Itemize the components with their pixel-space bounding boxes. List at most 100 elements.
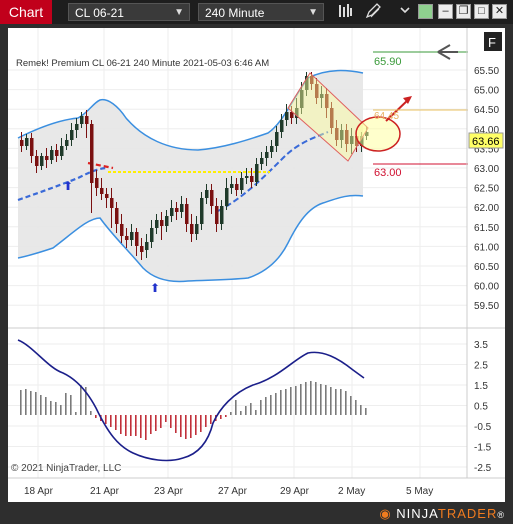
restore-button[interactable]: ❐ <box>456 4 471 19</box>
bars-icon[interactable] <box>336 3 354 21</box>
histogram-bar <box>90 411 92 415</box>
candle-body <box>100 188 104 194</box>
candle-body <box>130 232 134 240</box>
histogram-bar <box>120 415 122 434</box>
histogram-bar <box>335 389 337 415</box>
maximize-button[interactable]: □ <box>474 4 489 19</box>
instrument-selector[interactable]: CL 06-21 ▼ <box>68 3 190 21</box>
histogram-bar <box>300 384 302 415</box>
histogram-bar <box>290 387 292 415</box>
histogram-bar <box>345 391 347 415</box>
time-tick-label: 27 Apr <box>218 486 248 497</box>
histogram-bar <box>125 415 127 436</box>
histogram-bar <box>50 401 52 415</box>
price-tick-label: 62.50 <box>474 184 499 195</box>
indicator-tick-label: 3.5 <box>474 340 488 351</box>
candle-body <box>220 206 224 224</box>
candle-body <box>255 164 259 182</box>
histogram-bar <box>365 408 367 415</box>
close-button[interactable]: ✕ <box>492 4 507 19</box>
histogram-bar <box>180 415 182 437</box>
chart-svg[interactable]: ⬆ ⬆ 65.90 64.45 63.00 F Remek! Premium C… <box>8 28 505 502</box>
histogram-bar <box>35 392 37 415</box>
histogram-bar <box>310 381 312 415</box>
candle-body <box>245 176 249 178</box>
ninjatrader-logo: ◉ NINJATRADER® <box>379 506 505 522</box>
candle-body <box>30 138 34 156</box>
histogram-bar <box>280 390 282 415</box>
chart-panel[interactable]: ⬆ ⬆ 65.90 64.45 63.00 F Remek! Premium C… <box>8 28 505 502</box>
chart-tab[interactable]: Chart <box>0 0 52 24</box>
candle-body <box>35 156 39 166</box>
histogram-bar <box>170 415 172 428</box>
histogram-bar <box>360 405 362 415</box>
histogram-bar <box>260 400 262 415</box>
price-tick-label: 62.00 <box>474 203 499 214</box>
candle-body <box>200 198 204 224</box>
candle-body <box>50 150 54 160</box>
time-tick-label: 2 May <box>338 486 365 497</box>
histogram-bar <box>65 393 67 415</box>
histogram-bar <box>240 411 242 415</box>
histogram-bar <box>195 415 197 435</box>
candle-body <box>150 228 154 242</box>
left-arrow-icon[interactable] <box>437 44 458 60</box>
histogram-bar <box>115 415 117 430</box>
candle-body <box>280 120 284 132</box>
candle-body <box>65 140 69 146</box>
candle-body <box>170 208 174 216</box>
chart-header-label: Remek! Premium CL 06-21 240 Minute 2021-… <box>16 58 269 69</box>
histogram-bar <box>295 386 297 415</box>
histogram-bar <box>200 415 202 432</box>
indicator-axis: 3.5 2.5 1.5 0.5 -0.5 -1.5 -2.5 <box>474 340 492 474</box>
candle-body <box>215 206 219 224</box>
interval-selector[interactable]: 240 Minute ▼ <box>198 3 324 21</box>
indicator-tick-label: 1.5 <box>474 381 488 392</box>
histogram-bar <box>105 415 107 424</box>
histogram-bar <box>155 415 157 431</box>
dropdown-chevron-icon[interactable] <box>396 3 414 21</box>
candle-body <box>95 178 99 188</box>
histogram-bar <box>80 385 82 415</box>
indicator-tick-label: 2.5 <box>474 361 488 372</box>
price-axis: 65.5065.0064.5064.0063.5063.0062.5062.00… <box>474 66 499 312</box>
candle-body <box>225 188 229 206</box>
candle-body <box>90 124 94 183</box>
candle-body <box>185 204 189 224</box>
candle-body <box>205 190 209 198</box>
candle-body <box>80 116 84 124</box>
histogram-bar <box>185 415 187 439</box>
histogram-bar <box>110 415 112 427</box>
macd-histogram <box>20 381 367 440</box>
indicator-tick-label: -1.5 <box>474 443 492 454</box>
candle-body <box>190 224 194 234</box>
histogram-bar <box>230 412 232 415</box>
candle-body <box>60 146 64 156</box>
histogram-bar <box>275 393 277 415</box>
histogram-bar <box>45 397 47 415</box>
candle-body <box>195 224 199 234</box>
histogram-bar <box>270 395 272 415</box>
time-tick-label: 5 May <box>406 486 433 497</box>
histogram-bar <box>175 415 177 433</box>
histogram-bar <box>95 415 97 418</box>
candle-body <box>105 194 109 198</box>
footer: ◉ NINJATRADER® <box>0 502 513 524</box>
candle-body <box>55 150 59 156</box>
histogram-bar <box>75 412 77 415</box>
interval-value: 240 Minute <box>205 6 265 20</box>
histogram-bar <box>70 395 72 415</box>
time-tick-label: 21 Apr <box>90 486 120 497</box>
macd-line <box>17 339 365 462</box>
histogram-bar <box>265 397 267 415</box>
histogram-bar <box>25 389 27 415</box>
candle-body <box>240 178 244 190</box>
draw-pencil-icon[interactable] <box>364 3 382 21</box>
histogram-bar <box>245 406 247 415</box>
minimize-green-button[interactable] <box>418 4 433 19</box>
candle-body <box>180 204 184 212</box>
price-tick-label: 60.00 <box>474 282 499 293</box>
candle-body <box>155 220 159 228</box>
candle-body <box>135 232 139 246</box>
minimize-button[interactable]: – <box>438 4 453 19</box>
